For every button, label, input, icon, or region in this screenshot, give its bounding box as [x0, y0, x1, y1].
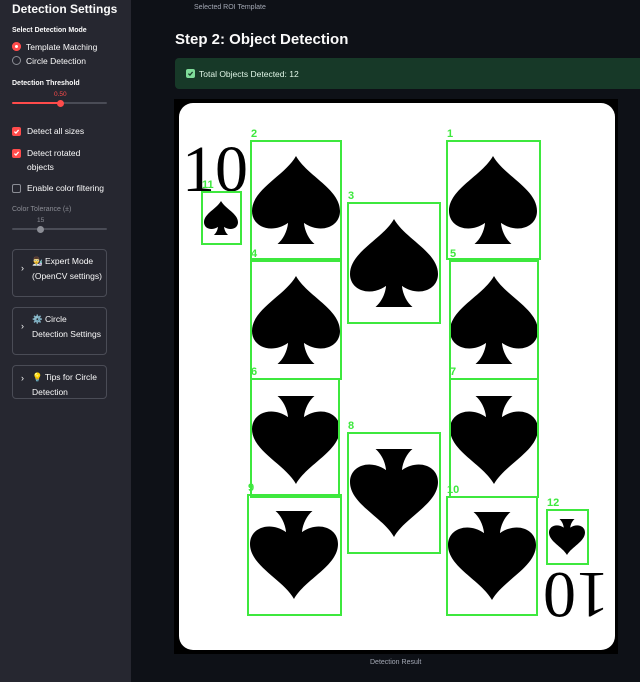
threshold-slider-thumb[interactable]: [57, 99, 64, 107]
spade-pip: [250, 511, 338, 599]
chevron-right-icon: ›: [21, 373, 24, 383]
spade-pip: [448, 512, 536, 600]
threshold-slider-fill: [12, 102, 60, 104]
radio-label: Circle Detection: [26, 56, 86, 66]
detection-count: Total Objects Detected: 12: [199, 68, 299, 79]
card-drawing: 10 10 1234 56 789 101112: [182, 128, 609, 631]
color-tolerance-value: 15: [37, 217, 45, 224]
detection-mode-label: Select Detection Mode: [12, 27, 87, 34]
radio-unselected-icon: [12, 56, 21, 65]
sidebar: Detection Settings Select Detection Mode…: [0, 0, 131, 682]
detection-label: 12: [547, 497, 559, 509]
detection-label: 8: [348, 420, 354, 432]
expander-circle-detection-settings[interactable]: › ⚙️ Circle Detection Settings: [12, 307, 107, 355]
checkbox-unchecked-icon: [12, 183, 21, 193]
checkbox-detect-rotated[interactable]: Detect rotated objects: [12, 146, 122, 174]
check-icon: [186, 69, 195, 78]
spade-pip: [252, 396, 340, 484]
chevron-right-icon: ›: [21, 321, 24, 331]
detection-label: 6: [251, 366, 257, 378]
checkbox-checked-icon: [12, 126, 21, 136]
color-tolerance-label: Color Tolerance (±): [12, 206, 72, 213]
checkbox-detect-all-sizes[interactable]: Detect all sizes: [12, 124, 84, 138]
detection-label: 4: [251, 248, 258, 260]
detection-label: 9: [248, 482, 254, 494]
detection-label: 7: [450, 366, 456, 378]
radio-selected-icon: [12, 42, 21, 51]
playing-card: 10 10 1 2 3 4 5 6 7 8 9 10 11 12: [179, 103, 615, 650]
radio-label: Template Matching: [26, 42, 98, 52]
checkbox-label: Enable color filtering: [27, 183, 105, 193]
lightbulb-icon: 💡: [32, 372, 43, 382]
expander-label: Expert Mode (OpenCV settings): [32, 256, 102, 281]
detection-label: 1: [447, 128, 453, 140]
spade-pip: [450, 276, 538, 364]
threshold-label: Detection Threshold: [12, 80, 80, 87]
gear-icon: ⚙️: [32, 314, 43, 324]
threshold-value: 0.50: [54, 91, 67, 98]
expander-label: Circle Detection Settings: [32, 314, 101, 339]
threshold-slider-track[interactable]: [60, 102, 107, 104]
radio-template-matching[interactable]: Template Matching: [12, 40, 97, 54]
detection-label: 2: [251, 128, 257, 140]
detection-label: 11: [202, 179, 214, 191]
expander-expert-mode[interactable]: › 👨‍🔬 Expert Mode (OpenCV settings): [12, 249, 107, 297]
detection-label: 3: [348, 190, 354, 202]
spade-pip: [252, 276, 340, 364]
spade-pip: [450, 396, 538, 484]
spade-pip: [204, 201, 238, 235]
main-content: Selected ROI Template Step 2: Object Det…: [131, 0, 640, 682]
checkbox-label: Detect all sizes: [27, 126, 85, 136]
sidebar-title: Detection Settings: [12, 2, 118, 16]
spade-pip: [252, 156, 340, 244]
detection-result-caption: Detection Result: [370, 659, 422, 666]
spade-pip: [449, 156, 537, 244]
checkbox-checked-icon: [12, 148, 21, 158]
expander-circle-detection-tips[interactable]: › 💡 Tips for Circle Detection: [12, 365, 107, 399]
success-alert: Total Objects Detected: 12: [175, 58, 640, 89]
color-tolerance-slider-thumb[interactable]: [37, 225, 44, 233]
rank-bottom: 10: [543, 558, 609, 631]
spade-pip: [350, 449, 438, 537]
checkbox-color-filtering[interactable]: Enable color filtering: [12, 181, 104, 195]
spade-pip: [549, 519, 585, 555]
step-heading: Step 2: Object Detection: [175, 31, 349, 48]
color-tolerance-slider-track[interactable]: [12, 228, 107, 230]
chevron-right-icon: ›: [21, 263, 24, 273]
scientist-icon: 👨‍🔬: [32, 256, 43, 266]
roi-template-caption: Selected ROI Template: [194, 4, 266, 11]
checkbox-label: Detect rotated objects: [27, 148, 81, 172]
rank-top: 10: [182, 133, 248, 206]
spade-pip: [350, 219, 438, 307]
detection-result-image: 10 10 1 2 3 4 5 6 7 8 9 10 11 12: [174, 99, 618, 654]
detection-label: 10: [447, 484, 459, 496]
radio-circle-detection[interactable]: Circle Detection: [12, 54, 86, 68]
detection-label: 5: [450, 248, 456, 260]
